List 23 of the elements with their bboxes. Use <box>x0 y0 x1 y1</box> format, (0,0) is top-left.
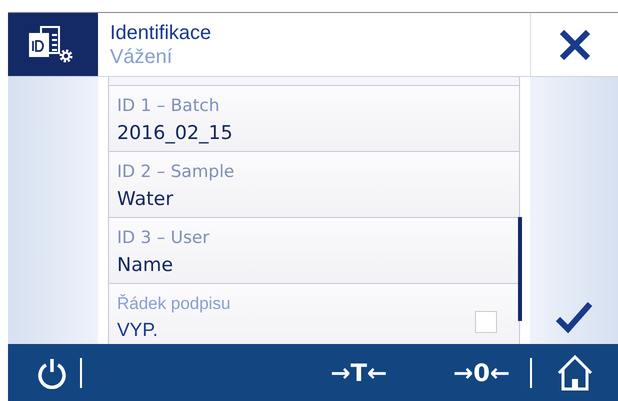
field-label: ID 1 – Batch <box>117 95 220 118</box>
list-item[interactable]: ID 3 – User Name <box>108 218 520 284</box>
field-value: Water <box>117 187 174 212</box>
close-icon <box>558 28 592 62</box>
checkbox[interactable] <box>475 311 497 333</box>
field-label: ID 2 – Sample <box>117 161 236 184</box>
list-item[interactable]: ID 1 – Batch 2016_02_15 <box>108 86 520 152</box>
zero-key[interactable]: →0← <box>447 355 516 391</box>
list-item[interactable]: Řádek podpisu VYP. <box>108 284 520 344</box>
tare-key[interactable]: →T← <box>324 355 394 391</box>
confirm-button[interactable] <box>555 301 593 336</box>
field-value: VYP. <box>117 319 159 343</box>
screen-subtitle: Vážení <box>110 44 174 68</box>
field-value: 2016_02_15 <box>117 121 234 146</box>
list-item[interactable]: ID 2 – Sample Water <box>108 152 520 218</box>
screen-title: Identifikace <box>110 20 212 44</box>
check-icon <box>555 301 593 333</box>
field-label: ID 3 – User <box>117 227 210 250</box>
field-value: Name <box>117 253 174 278</box>
scrollbar[interactable] <box>518 217 522 321</box>
field-label: Řádek podpisu <box>117 293 232 315</box>
power-icon <box>37 357 67 389</box>
home-icon <box>555 353 595 393</box>
